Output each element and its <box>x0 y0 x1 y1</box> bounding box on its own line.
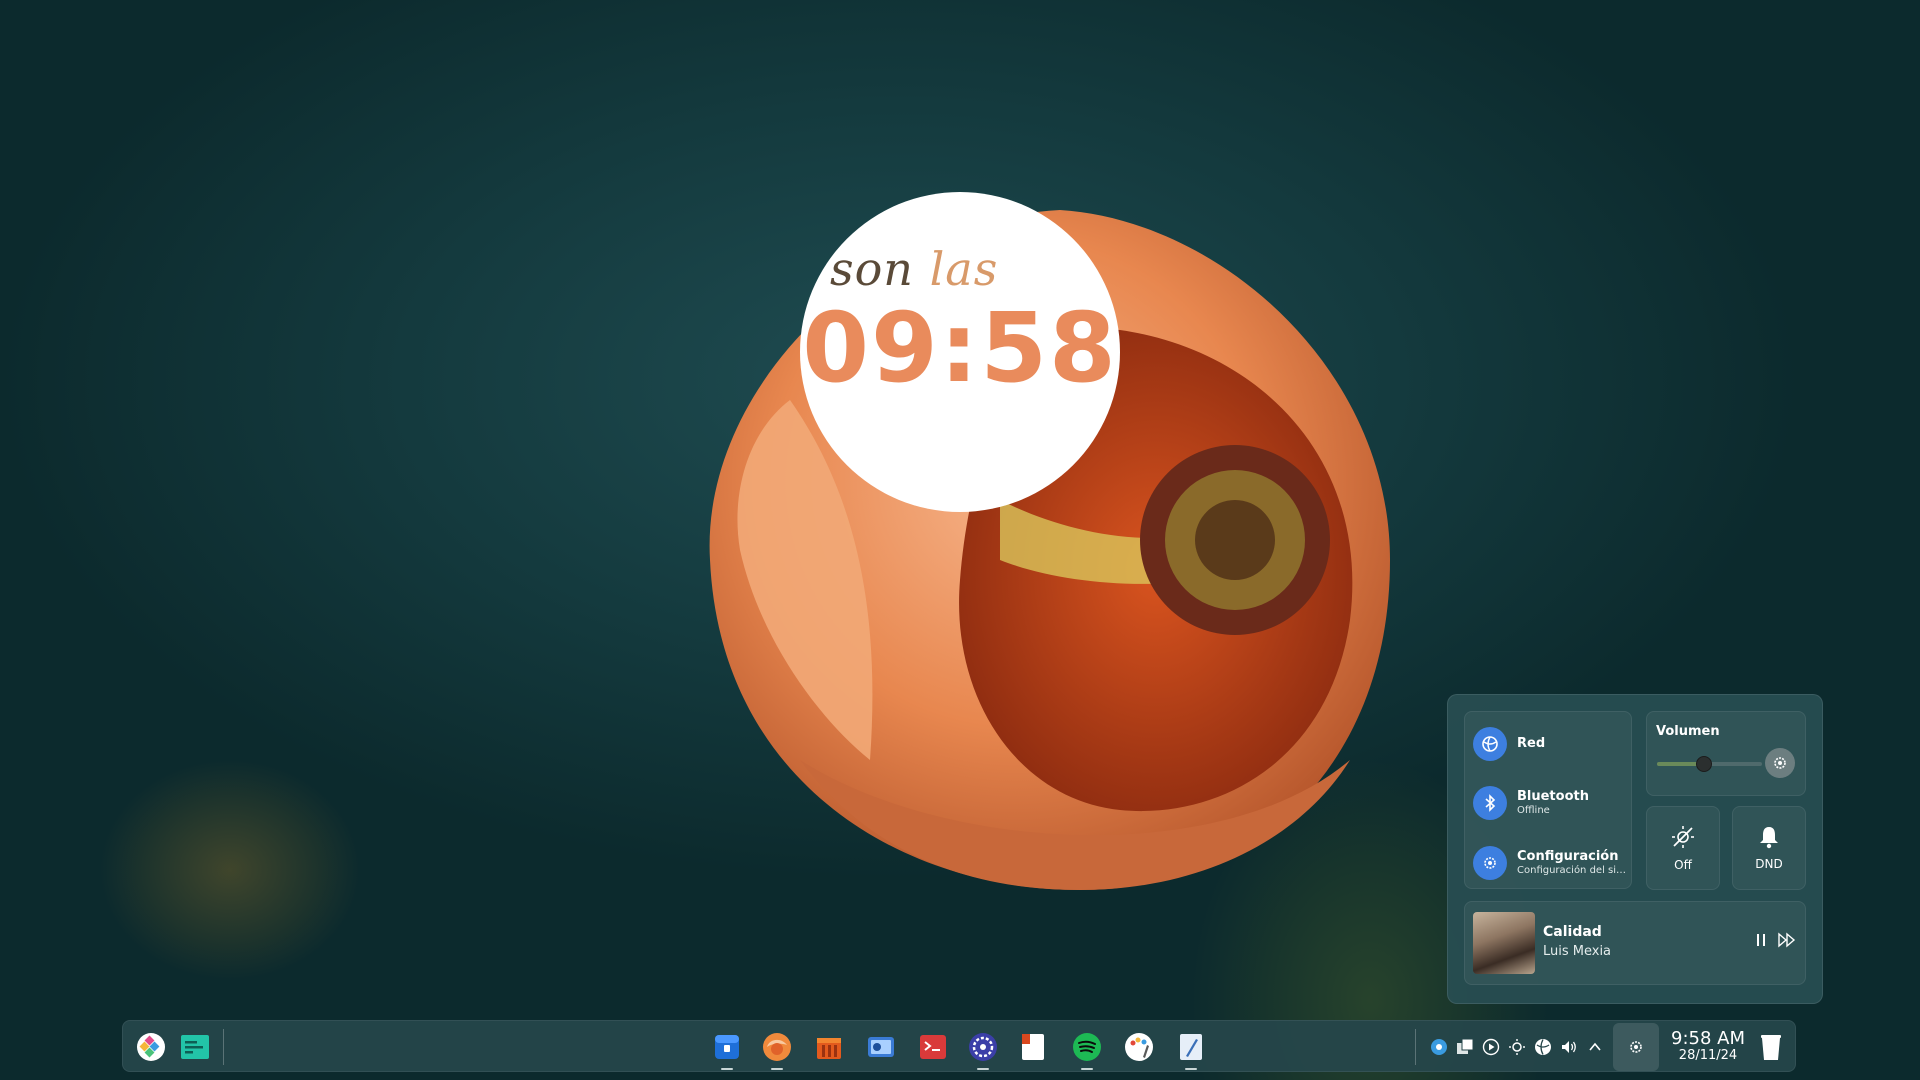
network-globe-icon[interactable] <box>1533 1037 1553 1057</box>
quick-settings-button[interactable] <box>1613 1023 1659 1071</box>
network-label: Red <box>1517 735 1546 751</box>
taskbar-time: 9:58 AM <box>1671 1028 1745 1049</box>
pause-icon[interactable] <box>1753 932 1769 948</box>
skip-forward-icon[interactable] <box>1777 932 1797 948</box>
bluetooth-icon <box>1473 786 1507 820</box>
quick-settings-panel: Red Bluetooth Offline Configuración Conf… <box>1447 694 1823 1004</box>
taskbar-clock[interactable]: 9:58 AM 28/11/24 <box>1663 1029 1753 1063</box>
network-icon <box>1473 727 1507 761</box>
paint-icon[interactable] <box>1121 1029 1157 1065</box>
taskbar: 9:58 AM 28/11/24 <box>122 1020 1796 1072</box>
audio-settings-button[interactable] <box>1765 748 1795 778</box>
windows-icon[interactable] <box>1455 1037 1475 1057</box>
gear-icon <box>1774 757 1786 769</box>
connectivity-card: Red Bluetooth Offline Configuración Conf… <box>1464 711 1632 889</box>
text-editor-icon[interactable] <box>1173 1029 1209 1070</box>
clock-widget: son las 09:58 <box>800 192 1120 512</box>
clock-prefix-word: las <box>929 242 999 296</box>
app-launcher-icon[interactable] <box>133 1029 169 1065</box>
volume-slider[interactable] <box>1657 756 1762 772</box>
night-light-label: Off <box>1674 858 1692 872</box>
settings-label: Configuración <box>1517 848 1619 864</box>
file-manager-icon[interactable] <box>709 1029 745 1070</box>
clock-prefix-word: son <box>830 242 930 296</box>
package-store-icon[interactable] <box>811 1029 847 1065</box>
image-viewer-icon[interactable] <box>863 1029 899 1065</box>
chevron-up-icon[interactable] <box>1585 1037 1605 1057</box>
settings-subtitle: Configuración del sis... <box>1517 864 1627 876</box>
spotify-icon[interactable] <box>1069 1029 1105 1070</box>
bluetooth-toggle[interactable]: Bluetooth Offline <box>1473 783 1627 823</box>
volume-slider-handle[interactable] <box>1696 756 1713 772</box>
settings-shortcut[interactable]: Configuración Configuración del sis... <box>1473 843 1627 883</box>
volume-icon[interactable] <box>1559 1037 1579 1057</box>
media-player-card: Calidad Luis Mexia <box>1464 901 1806 985</box>
settings-gear-icon <box>1473 846 1507 880</box>
notes-icon[interactable] <box>1015 1029 1051 1065</box>
terminal-icon[interactable] <box>915 1029 951 1065</box>
trash-icon[interactable] <box>1753 1029 1789 1065</box>
media-play-icon[interactable] <box>1481 1037 1501 1057</box>
kde-connect-icon[interactable] <box>1429 1037 1449 1057</box>
album-art <box>1473 912 1535 974</box>
night-light-tile[interactable]: Off <box>1646 806 1720 890</box>
bell-icon <box>1760 827 1778 849</box>
system-settings-icon[interactable] <box>965 1029 1001 1070</box>
clock-prefix: son las <box>830 242 998 296</box>
gear-icon <box>1630 1041 1642 1053</box>
volume-card: Volumen <box>1646 711 1806 796</box>
dnd-label: DND <box>1755 857 1783 871</box>
network-toggle[interactable]: Red <box>1473 724 1545 764</box>
volume-label: Volumen <box>1656 724 1720 739</box>
task-manager-icon[interactable] <box>177 1029 213 1065</box>
bluetooth-status: Offline <box>1517 804 1550 816</box>
dnd-tile[interactable]: DND <box>1732 806 1806 890</box>
track-artist: Luis Mexia <box>1543 944 1612 959</box>
taskbar-separator <box>223 1029 224 1065</box>
bluetooth-label: Bluetooth <box>1517 788 1589 804</box>
taskbar-date: 28/11/24 <box>1678 1047 1738 1063</box>
brightness-off-icon <box>1672 826 1694 848</box>
browser-icon[interactable] <box>759 1029 795 1070</box>
clock-time: 09:58 <box>802 292 1118 404</box>
track-title: Calidad <box>1543 924 1602 940</box>
tray-separator <box>1415 1029 1416 1065</box>
brightness-icon[interactable] <box>1507 1037 1527 1057</box>
